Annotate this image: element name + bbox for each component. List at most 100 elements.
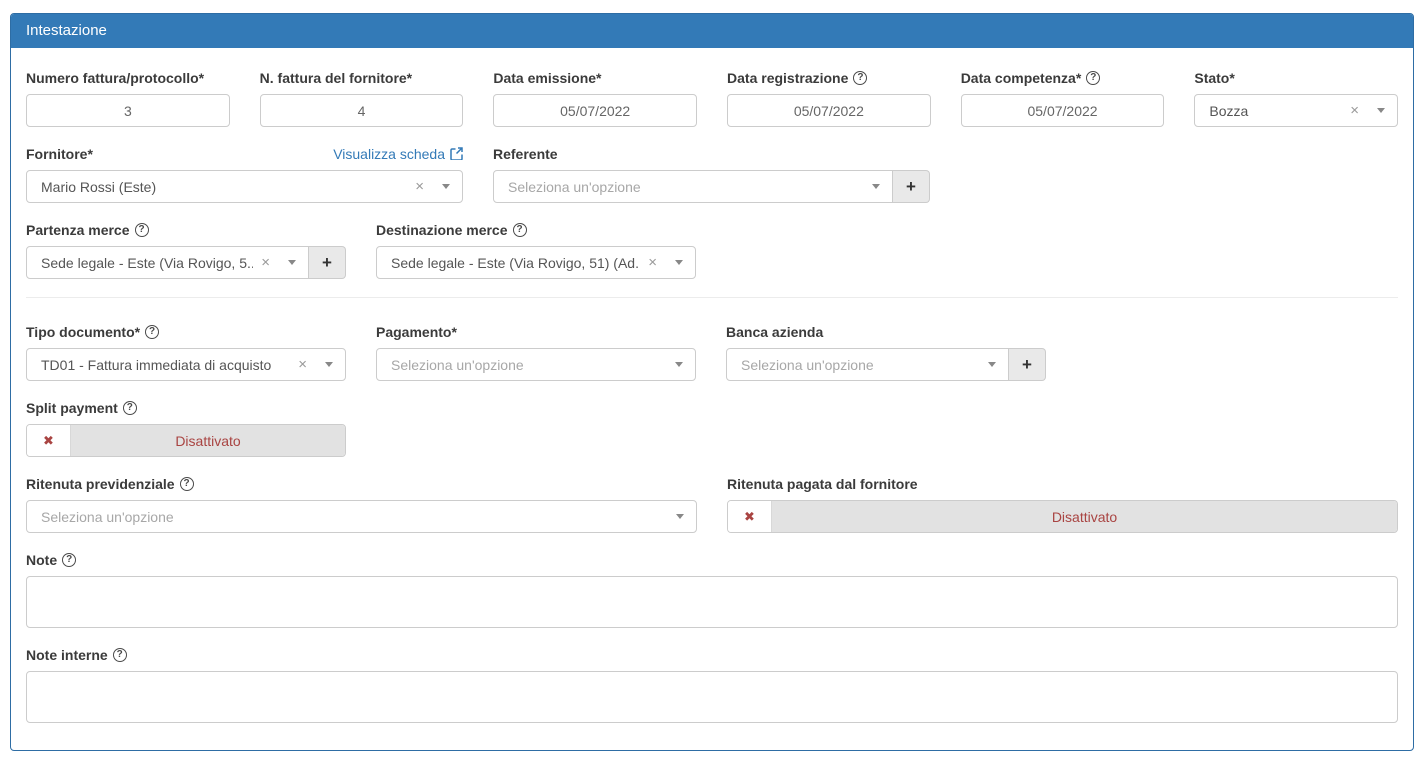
- chevron-down-icon: [676, 514, 684, 519]
- referente-select[interactable]: Seleziona un'opzione: [493, 170, 893, 203]
- destinazione-merce-label: Destinazione merce?: [376, 222, 527, 238]
- clear-icon[interactable]: ×: [261, 255, 270, 270]
- ritenuta-previdenziale-select[interactable]: Seleziona un'opzione: [26, 500, 697, 533]
- stato-label: Stato*: [1194, 70, 1234, 86]
- banca-azienda-select[interactable]: Seleziona un'opzione: [726, 348, 1009, 381]
- split-payment-toggle[interactable]: ✖ Disattivato: [26, 424, 346, 457]
- destinazione-merce-select[interactable]: Sede legale - Este (Via Rovigo, 51) (Ad.…: [376, 246, 696, 279]
- data-competenza-input[interactable]: [961, 94, 1165, 127]
- chevron-down-icon: [988, 362, 996, 367]
- row-merce: Partenza merce? Sede legale - Este (Via …: [26, 221, 1398, 279]
- fornitore-select[interactable]: Mario Rossi (Este) ×: [26, 170, 463, 203]
- row-split-payment: Split payment? ✖ Disattivato: [26, 399, 1398, 457]
- row-header-data: Numero fattura/protocollo* N. fattura de…: [26, 69, 1398, 127]
- help-icon[interactable]: ?: [853, 71, 867, 85]
- toggle-off-x-icon[interactable]: ✖: [728, 501, 772, 532]
- ritenuta-pagata-toggle[interactable]: ✖ Disattivato: [727, 500, 1398, 533]
- stato-select[interactable]: Bozza ×: [1194, 94, 1398, 127]
- chevron-down-icon: [1377, 108, 1385, 113]
- field-data-emissione: Data emissione*: [493, 69, 697, 127]
- chevron-down-icon: [675, 260, 683, 265]
- section-divider: [26, 297, 1398, 298]
- ritenuta-previdenziale-select-placeholder: Seleziona un'opzione: [41, 509, 676, 525]
- external-link-icon: [450, 147, 463, 160]
- clear-icon[interactable]: ×: [298, 357, 307, 372]
- note-interne-textarea[interactable]: [26, 671, 1398, 723]
- help-icon[interactable]: ?: [513, 223, 527, 237]
- field-note: Note?: [26, 551, 1398, 628]
- row-note-interne: Note interne?: [26, 646, 1398, 723]
- row-fornitore: Fornitore* Visualizza scheda Mario Rossi…: [26, 145, 1398, 203]
- tipo-documento-label: Tipo documento*?: [26, 324, 159, 340]
- destinazione-merce-select-value: Sede legale - Este (Via Rovigo, 51) (Ad.…: [391, 255, 640, 271]
- pagamento-select-placeholder: Seleziona un'opzione: [391, 357, 675, 373]
- chevron-down-icon: [288, 260, 296, 265]
- partenza-merce-select[interactable]: Sede legale - Este (Via Rovigo, 5... ×: [26, 246, 309, 279]
- panel-body: Numero fattura/protocollo* N. fattura de…: [11, 48, 1413, 749]
- tipo-documento-select[interactable]: TD01 - Fattura immediata di acquisto ×: [26, 348, 346, 381]
- n-fattura-fornitore-label: N. fattura del fornitore*: [260, 70, 412, 86]
- numero-fattura-label: Numero fattura/protocollo*: [26, 70, 204, 86]
- field-data-competenza: Data competenza*?: [961, 69, 1165, 127]
- chevron-down-icon: [675, 362, 683, 367]
- help-icon[interactable]: ?: [123, 401, 137, 415]
- add-partenza-merce-button[interactable]: +: [309, 246, 346, 279]
- split-payment-label: Split payment?: [26, 400, 137, 416]
- referente-select-placeholder: Seleziona un'opzione: [508, 179, 872, 195]
- field-note-interne: Note interne?: [26, 646, 1398, 723]
- help-icon[interactable]: ?: [180, 477, 194, 491]
- chevron-down-icon: [872, 184, 880, 189]
- stato-select-value: Bozza: [1209, 103, 1342, 119]
- field-partenza-merce: Partenza merce? Sede legale - Este (Via …: [26, 221, 346, 279]
- banca-azienda-label: Banca azienda: [726, 324, 823, 340]
- field-n-fattura-fornitore: N. fattura del fornitore*: [260, 69, 464, 127]
- toggle-off-x-icon[interactable]: ✖: [27, 425, 71, 456]
- intestazione-panel: Intestazione Numero fattura/protocollo* …: [10, 13, 1414, 751]
- data-emissione-label: Data emissione*: [493, 70, 601, 86]
- clear-icon[interactable]: ×: [415, 179, 424, 194]
- help-icon[interactable]: ?: [113, 648, 127, 662]
- field-destinazione-merce: Destinazione merce? Sede legale - Este (…: [376, 221, 696, 279]
- split-payment-toggle-state: Disattivato: [71, 425, 345, 456]
- add-banca-azienda-button[interactable]: +: [1009, 348, 1046, 381]
- field-split-payment: Split payment? ✖ Disattivato: [26, 399, 346, 457]
- pagamento-label: Pagamento*: [376, 324, 457, 340]
- help-icon[interactable]: ?: [145, 325, 159, 339]
- field-tipo-documento: Tipo documento*? TD01 - Fattura immediat…: [26, 323, 346, 381]
- row-ritenute: Ritenuta previdenziale? Seleziona un'opz…: [26, 475, 1398, 533]
- field-ritenuta-pagata: Ritenuta pagata dal fornitore ✖ Disattiv…: [727, 475, 1398, 533]
- help-icon[interactable]: ?: [62, 553, 76, 567]
- field-referente: Referente Seleziona un'opzione +: [493, 145, 930, 203]
- field-numero-fattura: Numero fattura/protocollo*: [26, 69, 230, 127]
- data-emissione-input[interactable]: [493, 94, 697, 127]
- field-ritenuta-previdenziale: Ritenuta previdenziale? Seleziona un'opz…: [26, 475, 697, 533]
- field-banca-azienda: Banca azienda Seleziona un'opzione +: [726, 323, 1046, 381]
- help-icon[interactable]: ?: [1086, 71, 1100, 85]
- note-interne-label: Note interne?: [26, 647, 127, 663]
- ritenuta-pagata-label: Ritenuta pagata dal fornitore: [727, 476, 918, 492]
- clear-icon[interactable]: ×: [648, 255, 657, 270]
- clear-icon[interactable]: ×: [1350, 103, 1359, 118]
- note-textarea[interactable]: [26, 576, 1398, 628]
- banca-azienda-select-placeholder: Seleziona un'opzione: [741, 357, 988, 373]
- note-label: Note?: [26, 552, 76, 568]
- help-icon[interactable]: ?: [135, 223, 149, 237]
- field-data-registrazione: Data registrazione?: [727, 69, 931, 127]
- row-note: Note?: [26, 551, 1398, 628]
- field-stato: Stato* Bozza ×: [1194, 69, 1398, 127]
- pagamento-select[interactable]: Seleziona un'opzione: [376, 348, 696, 381]
- field-pagamento: Pagamento* Seleziona un'opzione: [376, 323, 696, 381]
- fornitore-select-value: Mario Rossi (Este): [41, 179, 407, 195]
- ritenuta-pagata-toggle-state: Disattivato: [772, 501, 1397, 532]
- n-fattura-fornitore-input[interactable]: [260, 94, 464, 127]
- partenza-merce-select-value: Sede legale - Este (Via Rovigo, 5...: [41, 255, 253, 271]
- partenza-merce-label: Partenza merce?: [26, 222, 149, 238]
- panel-title: Intestazione: [11, 14, 1413, 48]
- chevron-down-icon: [325, 362, 333, 367]
- ritenuta-previdenziale-label: Ritenuta previdenziale?: [26, 476, 194, 492]
- numero-fattura-input[interactable]: [26, 94, 230, 127]
- visualizza-scheda-link[interactable]: Visualizza scheda: [333, 146, 463, 162]
- data-registrazione-input[interactable]: [727, 94, 931, 127]
- add-referente-button[interactable]: +: [893, 170, 930, 203]
- fornitore-label: Fornitore*: [26, 146, 93, 162]
